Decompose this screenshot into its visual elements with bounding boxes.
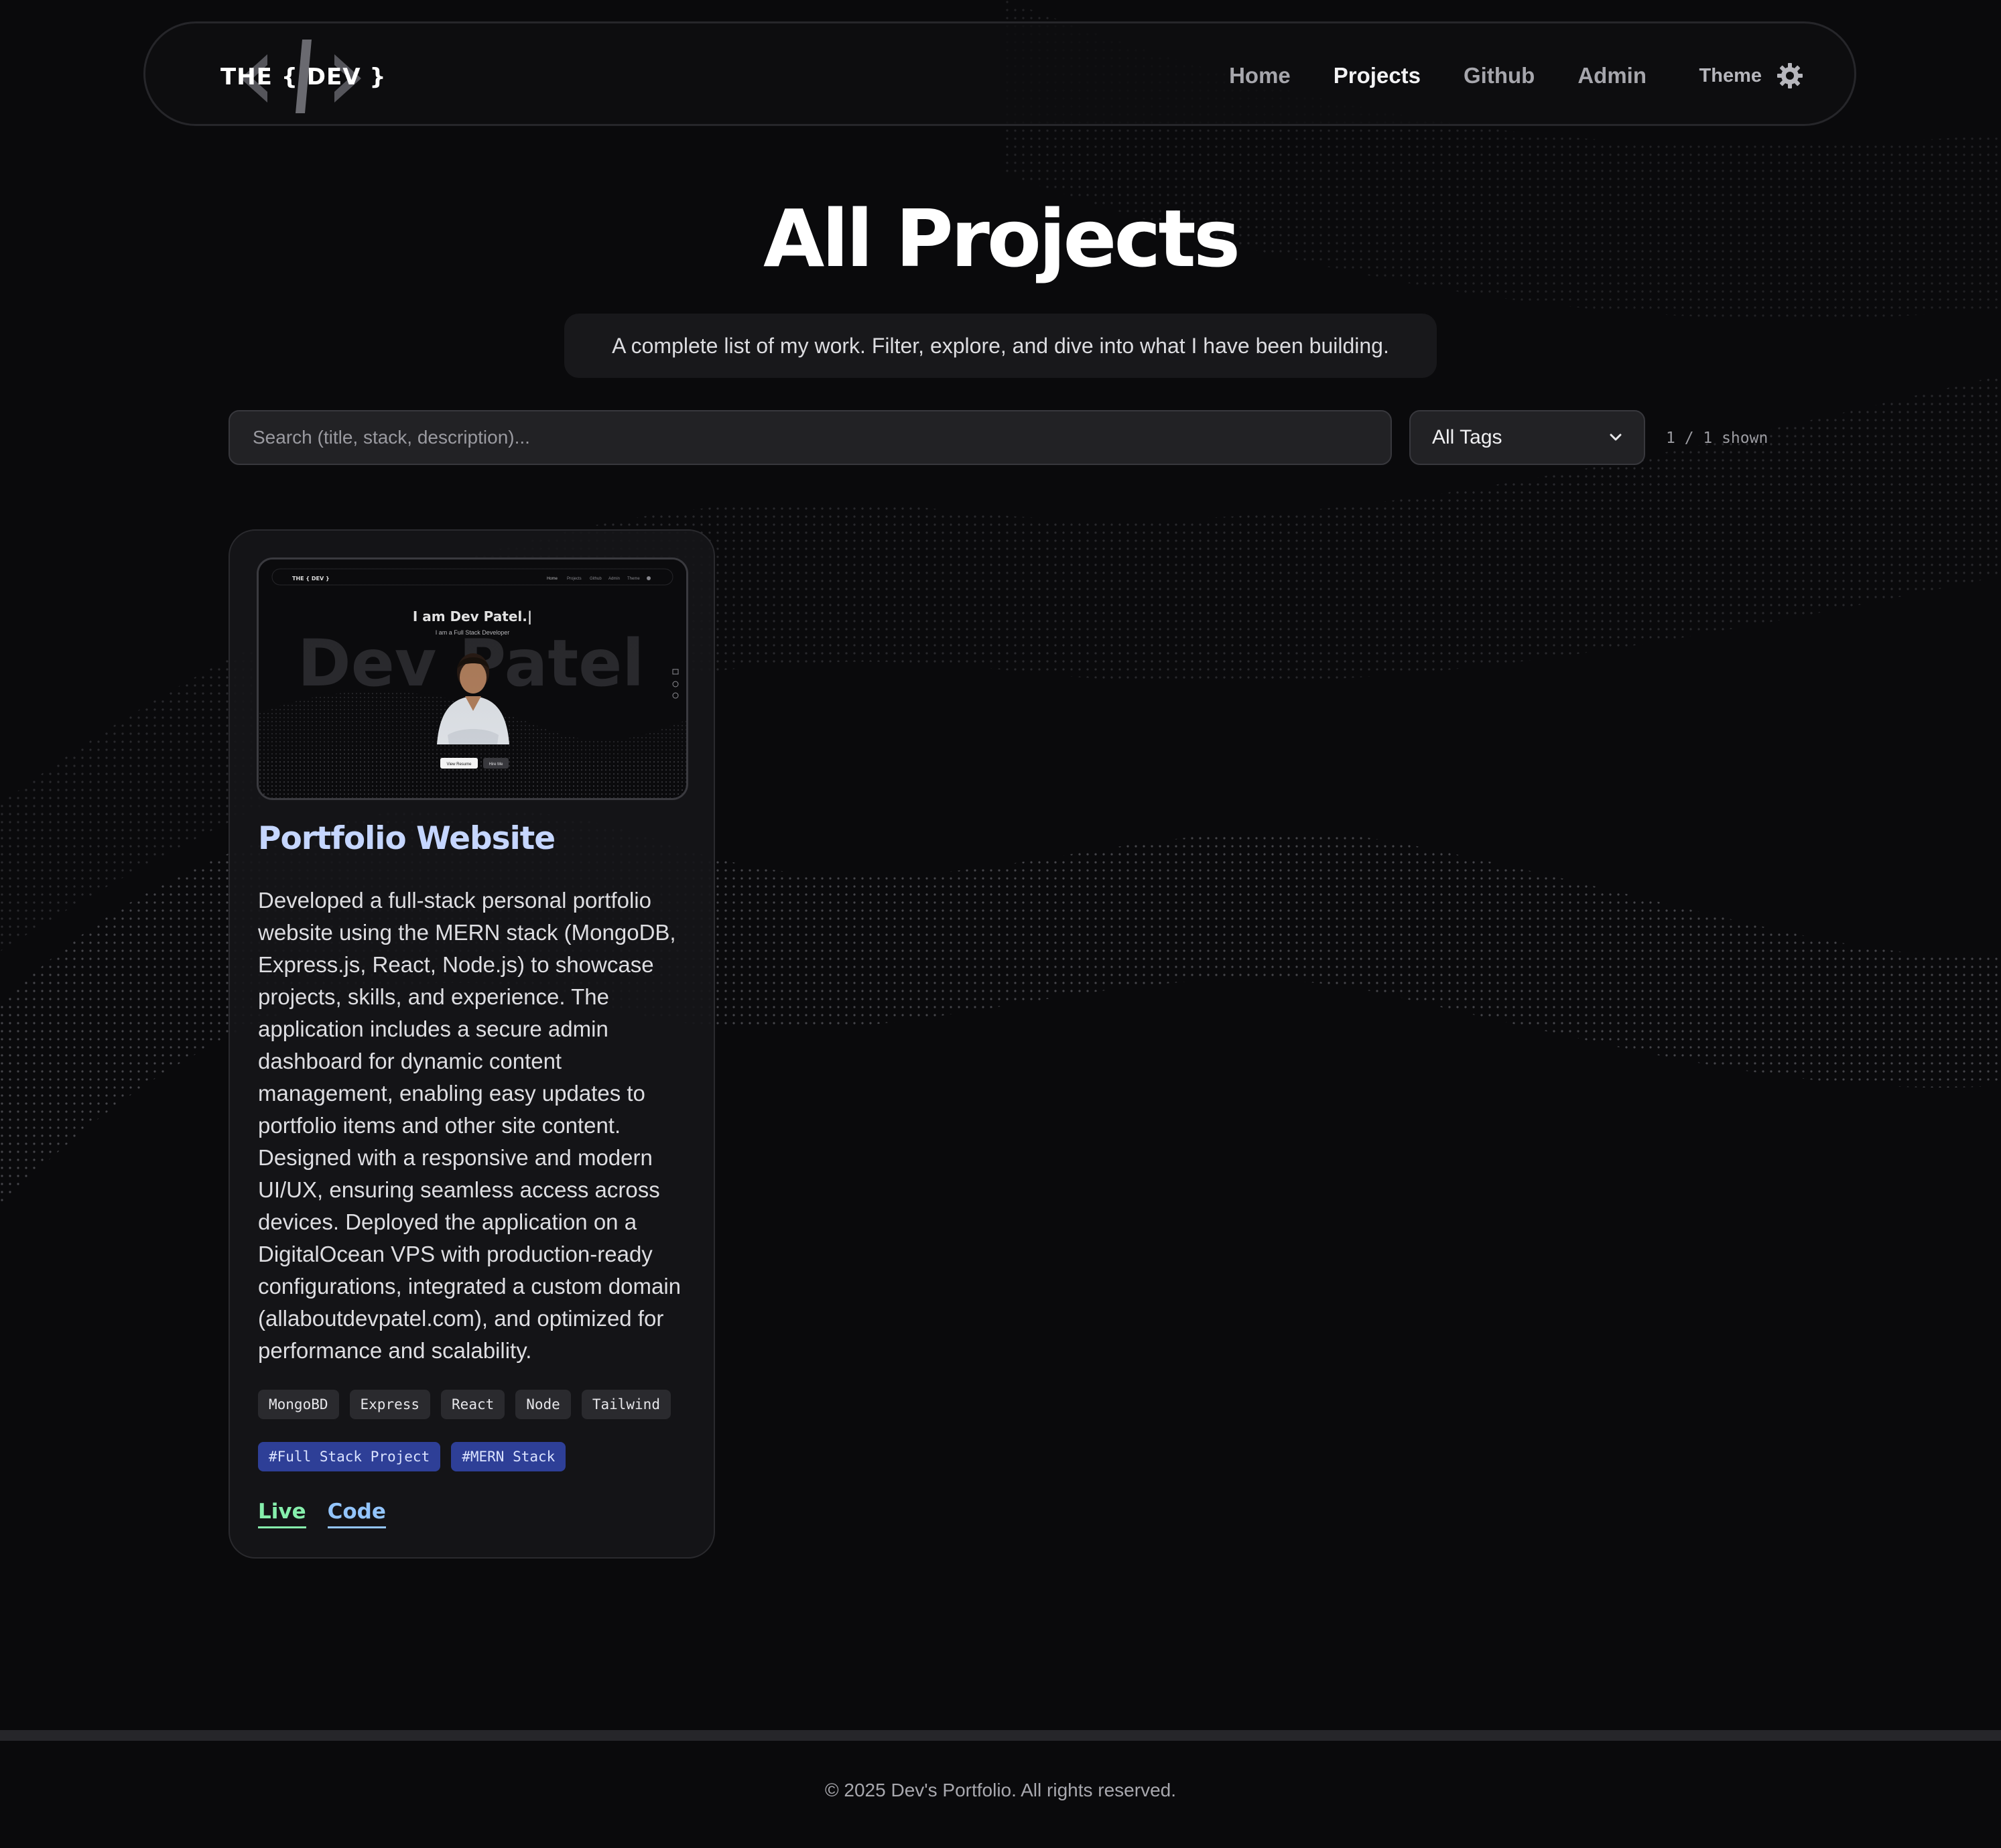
gear-icon — [1777, 63, 1803, 88]
stack-chip: Node — [515, 1390, 571, 1419]
logo-text: THE { DEV } — [220, 64, 387, 90]
nav-link-projects[interactable]: Projects — [1334, 63, 1421, 88]
page-subtitle: A complete list of my work. Filter, expl… — [564, 314, 1437, 378]
stack-chip: React — [441, 1390, 505, 1419]
results-count: 1 / 1 shown — [1666, 430, 1768, 447]
stack-chip: Tailwind — [581, 1390, 671, 1419]
project-title: Portfolio Website — [258, 820, 556, 857]
live-link[interactable]: Live — [258, 1500, 306, 1528]
project-screenshot-image: THE { DEV } Home Projects Github Admin T… — [259, 559, 686, 798]
tag-filter-select[interactable]: All Tags — [1409, 410, 1645, 465]
page-title: All Projects — [763, 192, 1240, 285]
project-description: Developed a full-stack personal portfoli… — [258, 888, 682, 1363]
search-input[interactable] — [229, 410, 1392, 465]
project-thumbnail[interactable]: THE { DEV } Home Projects Github Admin T… — [257, 557, 688, 800]
tag-chip[interactable]: #Full Stack Project — [258, 1442, 441, 1471]
top-navigation: THE { DEV } Home Projects Github Admin T… — [143, 21, 1856, 126]
chevron-down-icon — [1610, 434, 1622, 441]
footer-copyright: © 2025 Dev's Portfolio. All rights reser… — [825, 1780, 1176, 1800]
tech-stack-chips: MongoBD Express React Node Tailwind — [258, 1390, 671, 1419]
tag-chip[interactable]: #MERN Stack — [451, 1442, 566, 1471]
project-card: THE { DEV } Home Projects Github Admin T… — [229, 529, 715, 1559]
nav-links: Home Projects Github Admin — [1229, 23, 1647, 128]
theme-label: Theme — [1699, 64, 1762, 86]
site-logo[interactable]: THE { DEV } — [220, 40, 387, 113]
nav-link-home[interactable]: Home — [1229, 63, 1291, 88]
stack-chip: Express — [349, 1390, 431, 1419]
nav-link-admin[interactable]: Admin — [1577, 63, 1647, 88]
stack-chip: MongoBD — [258, 1390, 339, 1419]
code-link[interactable]: Code — [327, 1500, 386, 1528]
tag-select-value: All Tags — [1432, 426, 1502, 448]
project-tag-chips: #Full Stack Project #MERN Stack — [258, 1442, 566, 1471]
project-links: Live Code — [258, 1500, 386, 1528]
nav-link-github[interactable]: Github — [1464, 63, 1535, 88]
footer-divider — [0, 1730, 2001, 1741]
theme-toggle-button[interactable]: Theme — [1699, 56, 1803, 96]
